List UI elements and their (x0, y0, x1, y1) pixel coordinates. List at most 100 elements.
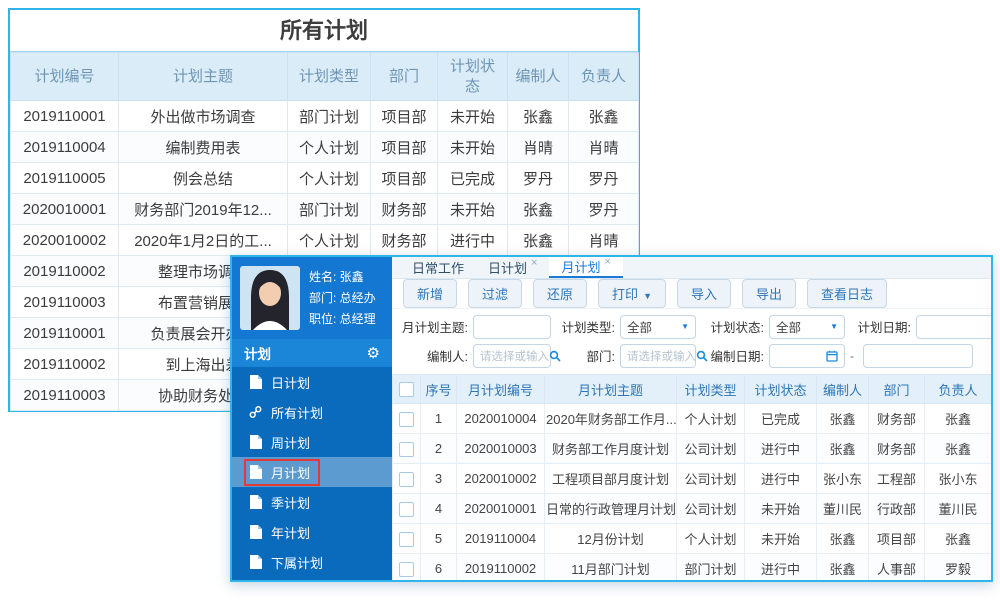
caret-down-icon: ▼ (643, 291, 652, 301)
tab-day-plan[interactable]: 日计划 × (476, 257, 549, 278)
toolbar: 新增 过滤 还原 打印 ▼ 导入 导出 查看日志 (392, 279, 991, 309)
file-icon (249, 555, 262, 569)
column-header: 月计划编号 (456, 374, 545, 404)
row-checkbox[interactable] (399, 561, 414, 577)
export-button[interactable]: 导出 (742, 279, 797, 308)
tab-month-plan[interactable]: 月计划 × (549, 257, 623, 278)
plan-subject-link[interactable]: 日常的行政管理月计划 (544, 493, 677, 524)
plan-subject-link[interactable]: 11月部门计划 (544, 553, 677, 580)
make-date-end-input[interactable] (863, 343, 973, 368)
highlight-box: 月计划 (244, 458, 321, 486)
creator-link[interactable]: 张鑫 (816, 403, 869, 434)
table-row: 3 2020010002 工程项目部月度计划 公司计划 进行中 张小东 工程部 … (392, 463, 991, 494)
row-checkbox[interactable] (399, 441, 414, 457)
table-header-row: 计划编号 计划主题 计划类型 部门 计划状态 编制人 负责人 (10, 52, 639, 101)
caret-down-icon: ▼ (681, 322, 689, 331)
filter-button[interactable]: 过滤 (468, 279, 523, 308)
owner-link[interactable]: 张小东 (924, 463, 991, 494)
add-button[interactable]: 新增 (403, 279, 458, 308)
tab-daily-work[interactable]: 日常工作 (400, 257, 476, 278)
sidebar-item-all-plans[interactable]: 所有计划 (232, 397, 392, 427)
plan-code-link[interactable]: 2020010001 (456, 493, 545, 524)
creator-filter-label: 编制人: (427, 350, 468, 364)
close-icon[interactable]: × (604, 257, 610, 268)
row-checkbox[interactable] (399, 501, 414, 517)
date-range-separator: - (850, 348, 854, 363)
column-header: 编制人 (507, 52, 569, 101)
plan-subject-link[interactable]: 工程项目部月度计划 (544, 463, 677, 494)
column-header: 计划状态 (744, 374, 817, 404)
plan-code-link[interactable]: 2020010002 (456, 463, 545, 494)
row-checkbox[interactable] (399, 531, 414, 547)
type-filter-select[interactable]: 全部 ▼ (620, 314, 696, 339)
owner-link[interactable]: 罗毅 (924, 553, 991, 580)
subject-filter-input[interactable] (473, 314, 551, 339)
row-checkbox[interactable] (399, 411, 414, 427)
creator-link[interactable]: 张鑫 (816, 433, 869, 464)
link-icon (249, 405, 262, 419)
main-panel: 日常工作 日计划 × 月计划 × 新增 过滤 还原 打印 ▼ 导入 导出 查看日志 (392, 257, 991, 580)
table-row: 2020010002 2020年1月2日的工... 个人计划 财务部 进行中 张鑫 肖晴 (10, 224, 639, 256)
sidebar-item-month-plan[interactable]: 月计划 (232, 457, 392, 487)
view-log-button[interactable]: 查看日志 (807, 279, 888, 308)
column-header: 计划编号 (10, 52, 119, 101)
calendar-icon (826, 350, 838, 362)
column-header: 部门 (370, 52, 438, 101)
column-header: 负责人 (924, 374, 991, 404)
plan-code-link[interactable]: 2020010004 (456, 403, 545, 434)
tab-bar: 日常工作 日计划 × 月计划 × (392, 257, 991, 279)
dept-filter-label: 部门: (586, 350, 615, 364)
sidebar-menu: 日计划 所有计划 周计划 月计划 季计划 年计划 下属计划 (232, 367, 392, 580)
owner-link[interactable]: 张鑫 (924, 433, 991, 464)
select-all-checkbox[interactable] (399, 382, 414, 398)
import-button[interactable]: 导入 (676, 279, 731, 308)
file-icon (249, 495, 262, 509)
make-date-filter-label: 编制日期: (710, 350, 764, 364)
plan-code-link[interactable]: 2019110004 (456, 523, 545, 554)
column-header: 负责人 (568, 52, 639, 101)
row-checkbox[interactable] (399, 471, 414, 487)
column-header: 计划类型 (676, 374, 745, 404)
sidebar-item-year-plan[interactable]: 年计划 (232, 517, 392, 547)
sidebar-item-subordinate-plan[interactable]: 下属计划 (232, 547, 392, 577)
file-icon (249, 465, 262, 479)
gear-icon[interactable]: ⚙ (367, 344, 380, 362)
table-row: 6 2019110002 11月部门计划 部门计划 进行中 张鑫 人事部 罗毅 (392, 553, 991, 580)
plan-subject-link[interactable]: 2020年财务部工作月... (544, 403, 677, 434)
creator-link[interactable]: 张小东 (816, 463, 869, 494)
creator-link[interactable]: 张鑫 (816, 553, 869, 580)
profile-title: 职位: 总经理 (309, 312, 376, 326)
plan-subject-link[interactable]: 财务部工作月度计划 (544, 433, 677, 464)
file-icon (249, 435, 262, 449)
status-filter-label: 计划状态: (710, 321, 764, 335)
plan-date-filter-label: 计划日期: (857, 321, 911, 335)
status-filter-select[interactable]: 全部 ▼ (769, 314, 845, 339)
plan-date-input[interactable] (916, 314, 991, 339)
make-date-start-input[interactable] (769, 343, 845, 368)
close-icon[interactable]: × (531, 257, 537, 269)
creator-filter-input[interactable]: 请选择或输入 (473, 343, 561, 368)
file-icon (249, 375, 262, 389)
plan-code-link[interactable]: 2020010003 (456, 433, 545, 464)
filter-row-1: 月计划主题: 计划类型: 全部 ▼ 计划状态: 全部 ▼ 计划日期: (392, 312, 991, 341)
owner-link[interactable]: 张鑫 (924, 523, 991, 554)
sidebar-item-quarter-plan[interactable]: 季计划 (232, 487, 392, 517)
creator-link[interactable]: 张鑫 (816, 523, 869, 554)
owner-link[interactable]: 董川民 (924, 493, 991, 524)
column-header: 编制人 (816, 374, 869, 404)
print-button[interactable]: 打印 ▼ (598, 279, 666, 308)
plan-subject-link[interactable]: 12月份计划 (544, 523, 677, 554)
dept-filter-input[interactable]: 请选择或输入 (620, 343, 708, 368)
table-header-row: 序号 月计划编号 月计划主题 计划类型 计划状态 编制人 部门 负责人 (392, 374, 991, 404)
sidebar-item-day-plan[interactable]: 日计划 (232, 367, 392, 397)
plan-code-link[interactable]: 2019110002 (456, 553, 545, 580)
table-row: 5 2019110004 12月份计划 个人计划 未开始 张鑫 项目部 张鑫 (392, 523, 991, 554)
owner-link[interactable]: 张鑫 (924, 403, 991, 434)
column-header: 月计划主题 (544, 374, 677, 404)
table-row: 4 2020010001 日常的行政管理月计划 公司计划 未开始 董川民 行政部… (392, 493, 991, 524)
filter-panel: 月计划主题: 计划类型: 全部 ▼ 计划状态: 全部 ▼ 计划日期: 编制人: 请选… (392, 309, 991, 372)
reset-button[interactable]: 还原 (533, 279, 588, 308)
sidebar-item-week-plan[interactable]: 周计划 (232, 427, 392, 457)
creator-link[interactable]: 董川民 (816, 493, 869, 524)
type-filter-label: 计划类型: (561, 321, 615, 335)
